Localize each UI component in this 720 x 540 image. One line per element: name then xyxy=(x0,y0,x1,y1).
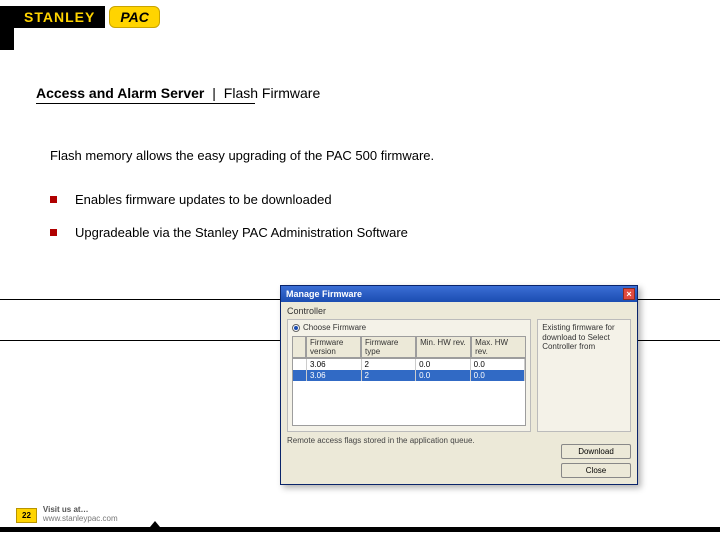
bullet-item: Enables firmware updates to be downloade… xyxy=(50,192,408,207)
cell: 0.0 xyxy=(416,370,471,381)
square-bullet-icon xyxy=(50,229,57,236)
download-button[interactable]: Download xyxy=(561,444,631,459)
pac-logo: PAC xyxy=(109,6,160,28)
close-button[interactable]: Close xyxy=(561,463,631,478)
col-maxhw: Max. HW rev. xyxy=(471,336,526,358)
intro-text: Flash memory allows the easy upgrading o… xyxy=(50,148,434,163)
col-minhw: Min. HW rev. xyxy=(416,336,471,358)
cell: 0.0 xyxy=(471,370,526,381)
section-label: Controller xyxy=(287,306,631,316)
cell: 3.06 xyxy=(307,370,362,381)
bullet-text: Enables firmware updates to be downloade… xyxy=(75,192,332,207)
black-bar xyxy=(0,6,14,28)
slide-number: 22 xyxy=(16,508,37,523)
cell: 3.06 xyxy=(307,359,362,370)
table-row[interactable]: 3.06 2 0.0 0.0 xyxy=(293,359,525,370)
title-sub: Flash Firmware xyxy=(224,85,320,101)
slide-footer: 22 Visit us at… www.stanleypac.com xyxy=(16,506,118,524)
black-strip-under xyxy=(0,28,14,50)
close-icon[interactable]: × xyxy=(623,288,635,300)
help-box: Existing firmware for download to Select… xyxy=(537,319,631,432)
cell: 2 xyxy=(362,359,417,370)
cell: 0.0 xyxy=(416,359,471,370)
title-main: Access and Alarm Server xyxy=(36,85,204,101)
radio-label: Choose Firmware xyxy=(303,323,366,332)
cell xyxy=(293,359,307,370)
footer-text: Visit us at… www.stanleypac.com xyxy=(43,506,118,524)
cell: 2 xyxy=(362,370,417,381)
choose-firmware-radio[interactable]: Choose Firmware xyxy=(292,323,526,332)
radio-icon xyxy=(292,324,300,332)
bullet-text: Upgradeable via the Stanley PAC Administ… xyxy=(75,225,408,240)
square-bullet-icon xyxy=(50,196,57,203)
title-divider: | xyxy=(212,85,216,101)
title-underline xyxy=(36,103,255,104)
bullet-list: Enables firmware updates to be downloade… xyxy=(50,192,408,258)
col-checkbox xyxy=(292,336,306,358)
footer-line2: www.stanleypac.com xyxy=(43,515,118,524)
col-version: Firmware version xyxy=(306,336,361,358)
cell xyxy=(293,370,307,381)
grid-header: Firmware version Firmware type Min. HW r… xyxy=(292,336,526,358)
header-logos: STANLEY PAC xyxy=(0,6,160,28)
dialog-title: Manage Firmware xyxy=(286,289,362,299)
slide-title: Access and Alarm Server | Flash Firmware xyxy=(36,85,320,101)
footer-bar xyxy=(0,527,720,532)
manage-firmware-dialog: Manage Firmware × Controller Choose Firm… xyxy=(280,285,638,485)
firmware-grid[interactable]: 3.06 2 0.0 0.0 3.06 2 0.0 0.0 xyxy=(292,358,526,426)
bullet-item: Upgradeable via the Stanley PAC Administ… xyxy=(50,225,408,240)
cell: 0.0 xyxy=(471,359,526,370)
col-type: Firmware type xyxy=(361,336,416,358)
firmware-fieldset: Choose Firmware Firmware version Firmwar… xyxy=(287,319,531,432)
stanley-logo: STANLEY xyxy=(14,6,105,28)
dialog-titlebar[interactable]: Manage Firmware × xyxy=(281,286,637,302)
table-row[interactable]: 3.06 2 0.0 0.0 xyxy=(293,370,525,381)
